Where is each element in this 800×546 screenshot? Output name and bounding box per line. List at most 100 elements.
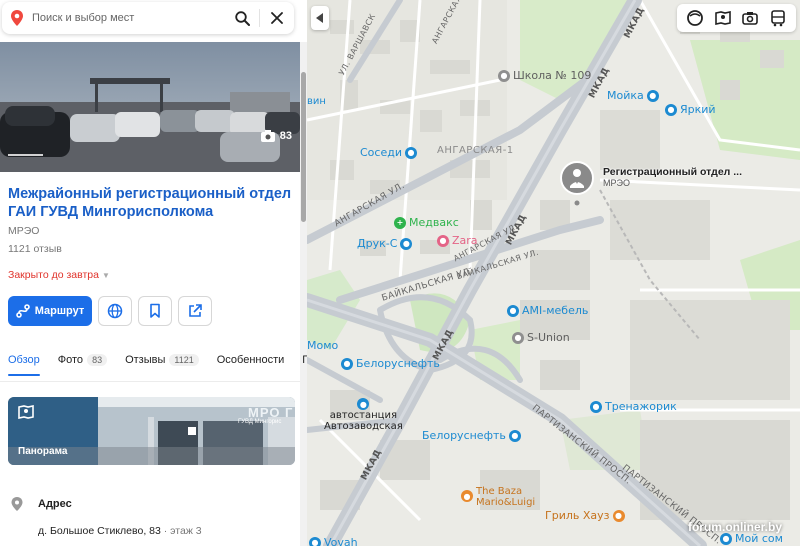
panel-scrollbar[interactable] xyxy=(300,42,307,546)
poi-trenazhorik[interactable]: ● Тренажорик xyxy=(590,400,677,413)
poi-belor-2[interactable]: Белоруснефть ● xyxy=(422,429,521,442)
poi-zara[interactable]: ● Zara xyxy=(437,234,478,247)
globe-icon xyxy=(107,303,123,319)
place-title[interactable]: Межрайонный регистрационный отдел ГАИ ГУ… xyxy=(8,185,298,221)
school-icon: ● xyxy=(498,69,510,82)
clothing-icon: ● xyxy=(437,234,449,247)
pharmacy-icon: + xyxy=(394,216,406,229)
tab-overview[interactable]: Обзор xyxy=(8,350,40,376)
place-photo[interactable]: 83 xyxy=(0,42,300,172)
place-tabs: Обзор Фото83 Отзывы1121 Особенности По xyxy=(8,350,307,376)
route-button[interactable]: Маршрут xyxy=(8,296,92,326)
poi-sunion[interactable]: ● S-Union xyxy=(512,331,570,344)
bookmark-button[interactable] xyxy=(138,296,172,326)
collapse-panel-button[interactable] xyxy=(311,6,329,30)
poi-medvaks[interactable]: + Медвакс xyxy=(394,216,459,229)
selected-place-type: МРЭО xyxy=(603,178,630,188)
address-value[interactable]: д. Большое Стиклево, 83 · этаж 3 xyxy=(38,525,202,537)
bookmark-icon xyxy=(150,303,160,318)
scrollbar-thumb[interactable] xyxy=(301,72,306,222)
tab-reviews-badge: 1121 xyxy=(169,354,199,366)
shop-icon: ● xyxy=(400,237,413,250)
forum-watermark: forum.onliner.by xyxy=(687,520,782,534)
poi-vovah-label: Vovah xyxy=(324,536,358,546)
circle-layer-icon xyxy=(686,10,703,26)
tab-overview-label: Обзор xyxy=(8,354,40,366)
panorama-preview[interactable]: МРО Г ГУВД Мингорис Панорама xyxy=(8,397,295,465)
clear-search-button[interactable] xyxy=(260,2,294,34)
opening-status[interactable]: Закрыто до завтра ▼ xyxy=(8,269,110,281)
address-label: Адрес xyxy=(38,498,72,510)
tab-reviews[interactable]: Отзывы 1121 xyxy=(125,350,199,370)
poi-vin-label: вин xyxy=(307,96,326,107)
tab-features-label: Особенности xyxy=(216,354,285,366)
fuel-icon: ● xyxy=(508,429,521,442)
layer-transport-button[interactable] xyxy=(769,9,787,27)
restaurant-icon: ● xyxy=(612,509,625,522)
website-button[interactable] xyxy=(98,296,132,326)
search-input[interactable] xyxy=(32,12,225,24)
photo-count[interactable]: 83 xyxy=(260,130,292,142)
parking-lot-photo xyxy=(0,42,300,172)
panorama-label: Панорама xyxy=(18,446,68,457)
camera-icon xyxy=(742,12,759,25)
place-category[interactable]: МРЭО xyxy=(8,225,39,237)
layer-photo-button[interactable] xyxy=(741,9,759,27)
poi-school[interactable]: ● Школа № 109 xyxy=(498,69,591,82)
selected-place-label[interactable]: Регистрационный отдел ... МРЭО xyxy=(603,166,742,188)
police-pin-icon xyxy=(560,161,594,206)
map-pin-icon xyxy=(2,9,32,27)
search-button[interactable] xyxy=(225,2,259,34)
share-button[interactable] xyxy=(178,296,212,326)
map-layers-toolbar xyxy=(677,4,796,32)
opening-status-text: Закрыто до завтра xyxy=(8,269,99,281)
tabs-divider xyxy=(0,381,300,382)
tab-more[interactable]: По xyxy=(302,350,307,370)
poi-belor-1[interactable]: ● Белоруснефть xyxy=(341,357,440,370)
chevron-down-icon: ▼ xyxy=(101,270,110,280)
bus-icon xyxy=(771,10,785,27)
selected-place-marker[interactable] xyxy=(560,161,594,212)
poi-bus-label-1: автостанция xyxy=(329,410,397,421)
poi-belor-2-label: Белоруснефть xyxy=(422,429,506,442)
search-bar xyxy=(2,2,294,34)
reviews-count[interactable]: 1121 отзыв xyxy=(8,243,62,255)
tab-features[interactable]: Особенности xyxy=(217,350,285,370)
poi-sunion-label: S-Union xyxy=(527,331,570,344)
layer-scheme-button[interactable] xyxy=(686,9,704,27)
poi-bus-label-2: Автозаводская xyxy=(324,421,403,432)
panorama-sign-2: ГУВД Мингорис xyxy=(238,419,282,425)
poi-thebaza[interactable]: ● The Baza Mario&Luigi xyxy=(461,486,535,508)
restaurant-icon: ● xyxy=(461,490,473,502)
poi-ami[interactable]: ● AMI-мебель xyxy=(507,304,588,317)
poi-vovah[interactable]: ● Vovah xyxy=(309,536,358,546)
layer-panorama-button[interactable] xyxy=(714,9,732,27)
poi-yarkiy[interactable]: ● Яркий xyxy=(665,103,716,116)
shop-icon: ● xyxy=(720,532,732,545)
fitness-icon: ● xyxy=(590,400,602,413)
poi-moika[interactable]: Мойка ● xyxy=(607,89,659,102)
poi-sosedi-label: Соседи xyxy=(360,146,402,159)
poi-druks[interactable]: Друк-С ● xyxy=(357,237,413,250)
shop-icon: ● xyxy=(665,103,677,116)
poi-sosedi[interactable]: Соседи ● xyxy=(360,146,417,159)
poi-thebaza-label-1: The Baza xyxy=(476,486,523,497)
close-icon xyxy=(271,12,283,24)
poi-moika-label: Мойка xyxy=(607,89,644,102)
panorama-icon xyxy=(714,11,731,25)
camera-icon xyxy=(260,130,275,142)
poi-grill[interactable]: Гриль Хауз ● xyxy=(545,509,625,522)
poi-momo[interactable]: Момо xyxy=(307,339,338,352)
poi-bus-station[interactable]: ● автостанция Автозаводская xyxy=(324,398,403,432)
route-button-label: Маршрут xyxy=(34,305,85,317)
tab-photos[interactable]: Фото 83 xyxy=(58,350,108,370)
district-label-angarskaya1: АНГАРСКАЯ-1 xyxy=(437,145,514,156)
tab-photos-badge: 83 xyxy=(87,354,108,366)
tab-reviews-label: Отзывы xyxy=(125,354,166,366)
poi-medvaks-label: Медвакс xyxy=(409,216,459,229)
action-buttons: Маршрут xyxy=(8,296,212,326)
poi-ami-label: AMI-мебель xyxy=(522,304,589,317)
grocery-icon: ● xyxy=(404,146,417,159)
poi-yarkiy-label: Яркий xyxy=(680,103,716,116)
photo-count-value: 83 xyxy=(279,130,292,142)
